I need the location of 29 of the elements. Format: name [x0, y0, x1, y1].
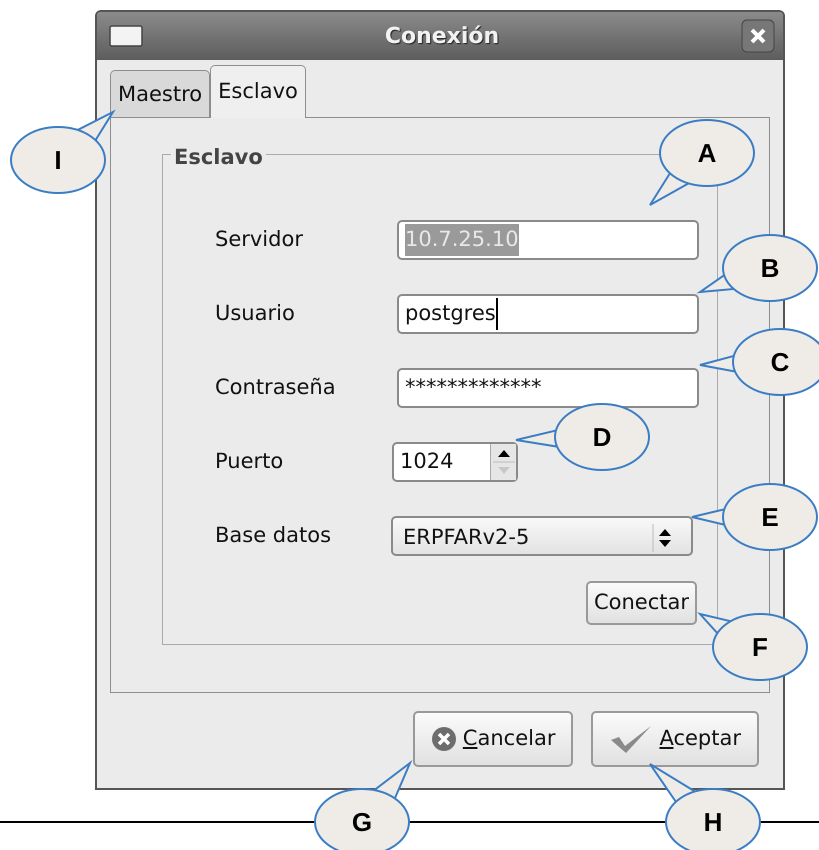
input-field[interactable]: postgres — [397, 294, 699, 334]
spin-field[interactable]: 1024 — [392, 442, 518, 482]
callout-letter: H — [704, 809, 722, 835]
callout-letter: G — [352, 809, 372, 835]
callout-letter: B — [760, 255, 780, 281]
field-label: Usuario — [214, 300, 296, 328]
check-icon — [609, 724, 654, 754]
cancel-button[interactable]: Cancelar — [412, 711, 574, 767]
callout-letter: E — [761, 504, 779, 530]
callout-letter: C — [770, 349, 790, 375]
cancel-icon — [430, 726, 457, 752]
field-label: Base datos — [214, 522, 332, 550]
dropdown[interactable]: ERPFARv2-5 — [391, 516, 693, 556]
connect-button[interactable]: Conectar — [586, 581, 697, 624]
spin-arrows-icon[interactable] — [490, 444, 516, 480]
tab[interactable]: Maestro — [110, 70, 210, 117]
field-label: Contraseña — [214, 374, 337, 402]
tab[interactable]: Esclavo — [210, 65, 306, 118]
close-icon[interactable] — [741, 19, 775, 53]
field-label: Puerto — [214, 448, 284, 476]
window-icon — [109, 25, 143, 47]
callout-letter: D — [592, 424, 612, 450]
window-title: Conexión — [384, 22, 500, 50]
field-label: Servidor — [214, 226, 304, 254]
accept-button[interactable]: Aceptar — [591, 711, 759, 767]
callout-letter: I — [54, 147, 62, 173]
callout-letter: A — [698, 140, 716, 166]
input-field[interactable]: ************* — [397, 368, 699, 408]
callout-letter: F — [752, 634, 768, 660]
